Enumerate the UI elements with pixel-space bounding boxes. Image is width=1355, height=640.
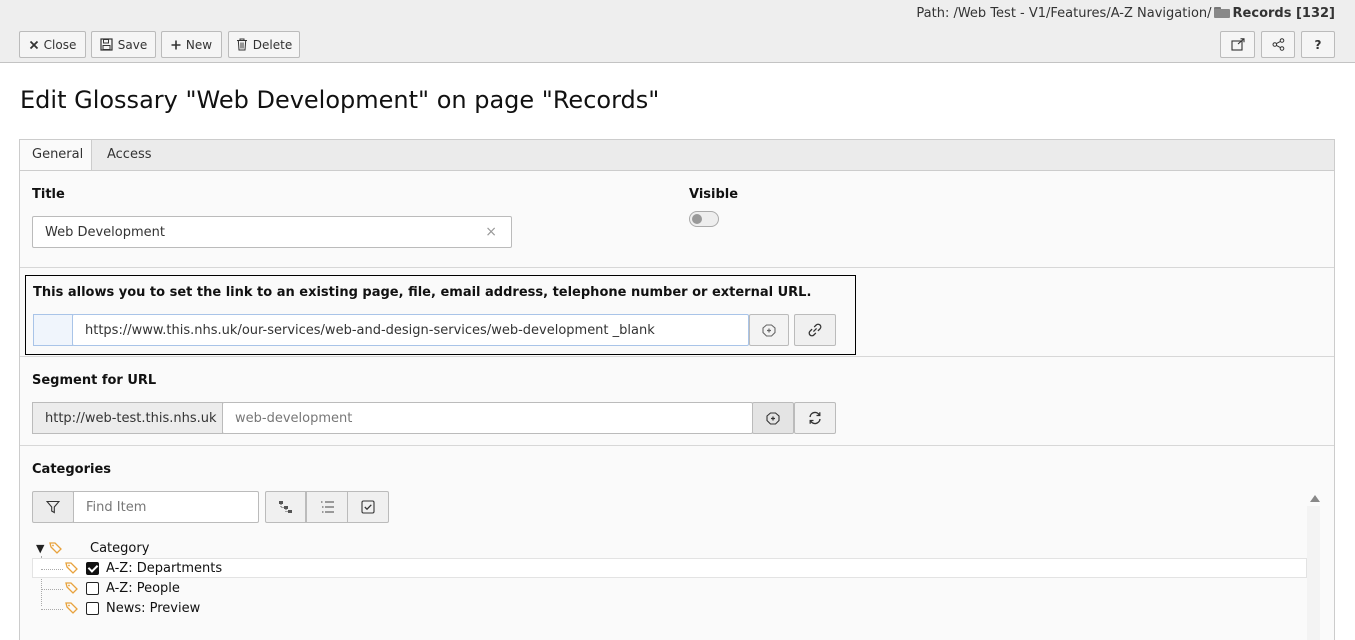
title-value: Web Development bbox=[45, 224, 165, 240]
divider bbox=[20, 445, 1334, 446]
tab-access[interactable]: Access bbox=[107, 140, 167, 172]
segment-refresh-button[interactable] bbox=[794, 402, 836, 434]
refresh-icon bbox=[809, 411, 821, 425]
tree-connector bbox=[41, 609, 63, 610]
link-lock-button[interactable] bbox=[749, 314, 789, 346]
checkbox-check-icon bbox=[361, 500, 375, 514]
scroll-up-arrow[interactable] bbox=[1310, 495, 1320, 502]
tree-connector bbox=[41, 569, 63, 570]
share-icon bbox=[1272, 38, 1285, 51]
tree-root-label: Category bbox=[90, 541, 150, 556]
delete-label: Delete bbox=[252, 37, 293, 52]
delete-button[interactable]: Delete bbox=[228, 31, 300, 58]
close-button[interactable]: Close bbox=[19, 31, 86, 58]
link-field-box: This allows you to set the link to an ex… bbox=[25, 275, 856, 355]
tree-structure-icon bbox=[279, 501, 292, 513]
visible-toggle[interactable] bbox=[689, 211, 719, 227]
path-text: Path: /Web Test - V1/Features/A-Z Naviga… bbox=[916, 6, 1212, 21]
divider bbox=[20, 356, 1334, 357]
close-icon bbox=[29, 40, 39, 50]
filter-button[interactable] bbox=[32, 491, 74, 523]
lock-toggle-icon bbox=[766, 411, 780, 425]
segment-prefix: http://web-test.this.nhs.uk bbox=[32, 402, 223, 434]
select-all-button[interactable] bbox=[347, 491, 389, 523]
save-button[interactable]: Save bbox=[91, 31, 156, 58]
tree-expand-button[interactable] bbox=[265, 491, 306, 523]
category-checkbox[interactable] bbox=[86, 582, 99, 595]
share-button[interactable] bbox=[1261, 31, 1295, 58]
category-tag-icon bbox=[65, 582, 78, 594]
selected-row-highlight bbox=[32, 558, 1307, 578]
segment-input[interactable]: web-development bbox=[222, 402, 753, 434]
save-label: Save bbox=[117, 37, 148, 52]
title-input[interactable]: Web Development × bbox=[32, 216, 512, 248]
category-checkbox[interactable] bbox=[86, 602, 99, 615]
clear-icon[interactable]: × bbox=[485, 224, 497, 240]
scrollbar-track[interactable] bbox=[1307, 506, 1320, 640]
category-tag-icon bbox=[65, 562, 78, 574]
new-button[interactable]: New bbox=[161, 31, 222, 58]
category-tag-icon bbox=[49, 542, 62, 554]
tree-connector bbox=[41, 589, 63, 590]
find-item-input[interactable]: Find Item bbox=[73, 491, 259, 523]
category-checkbox[interactable] bbox=[86, 562, 99, 575]
toggle-knob bbox=[692, 214, 702, 224]
find-item-placeholder: Find Item bbox=[86, 499, 147, 515]
link-icon bbox=[808, 323, 822, 337]
link-type-addon bbox=[33, 314, 73, 346]
tree-item-label[interactable]: A-Z: People bbox=[106, 581, 180, 596]
segment-label: Segment for URL bbox=[32, 373, 157, 388]
tab-bar: General Access bbox=[19, 139, 1335, 173]
lock-toggle-icon bbox=[762, 323, 776, 337]
link-help-text: This allows you to set the link to an ex… bbox=[33, 285, 812, 300]
folder-icon bbox=[1213, 7, 1230, 18]
close-label: Close bbox=[43, 37, 77, 52]
plus-icon bbox=[171, 40, 181, 50]
visible-label: Visible bbox=[689, 187, 739, 202]
list-icon bbox=[320, 501, 334, 513]
divider bbox=[20, 267, 1334, 268]
segment-value: web-development bbox=[235, 410, 353, 426]
link-value: https://www.this.nhs.uk/our-services/web… bbox=[85, 322, 655, 338]
title-label: Title bbox=[32, 187, 65, 202]
tree-item-label[interactable]: News: Preview bbox=[106, 601, 200, 616]
open-new-window-button[interactable] bbox=[1220, 31, 1255, 58]
category-tag-icon bbox=[65, 602, 78, 614]
record-label: Records [132] bbox=[1232, 6, 1335, 21]
page-title: Edit Glossary "Web Development" on page … bbox=[20, 86, 660, 114]
link-browser-button[interactable] bbox=[794, 314, 836, 346]
breadcrumb: Path: /Web Test - V1/Features/A-Z Naviga… bbox=[916, 6, 1335, 21]
help-button[interactable]: ? bbox=[1301, 31, 1335, 58]
doc-header: Path: /Web Test - V1/Features/A-Z Naviga… bbox=[0, 0, 1355, 63]
tree-list-button[interactable] bbox=[306, 491, 348, 523]
tab-general[interactable]: General bbox=[20, 140, 92, 173]
save-icon bbox=[100, 38, 113, 51]
segment-lock-button[interactable] bbox=[752, 402, 794, 434]
collapse-triangle-icon[interactable]: ▼ bbox=[36, 542, 44, 555]
new-label: New bbox=[185, 37, 213, 52]
form-panel: Title Web Development × Visible This all… bbox=[19, 170, 1335, 640]
help-label: ? bbox=[1314, 37, 1322, 52]
link-input[interactable]: https://www.this.nhs.uk/our-services/web… bbox=[72, 314, 749, 346]
tree-item-label[interactable]: A-Z: Departments bbox=[106, 561, 222, 576]
categories-label: Categories bbox=[32, 462, 112, 477]
trash-icon bbox=[236, 38, 248, 51]
external-window-icon bbox=[1230, 38, 1245, 51]
filter-icon bbox=[46, 500, 60, 514]
